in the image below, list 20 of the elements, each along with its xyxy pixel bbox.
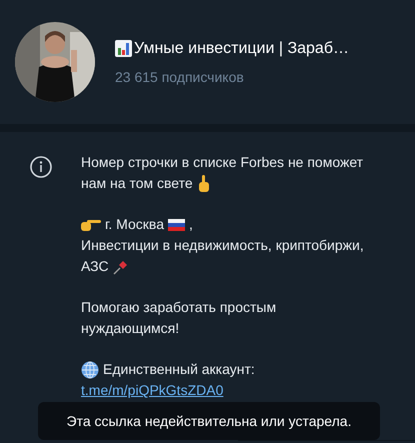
description-text: , — [188, 215, 193, 234]
description-text: Инвестиции в недвижимость, криптобиржи, — [81, 236, 364, 255]
description-text: Единственный аккаунт: — [103, 360, 255, 379]
profile-link[interactable]: t.me/m/piQPkGtsZDA0 — [81, 380, 364, 401]
info-icon — [30, 156, 52, 178]
toast-notification: Эта ссылка недействительна или устарела. — [38, 402, 380, 440]
subscriber-count: 23 615 подписчиков — [115, 68, 245, 87]
description-text: нам на том свете — [81, 174, 193, 193]
pointing-up-icon — [196, 174, 211, 192]
globe-icon — [81, 360, 99, 378]
bar-chart-icon — [115, 40, 132, 57]
description-text: Помогаю заработать простым — [81, 298, 276, 317]
pushpin-icon — [112, 258, 129, 274]
channel-title: Умные инвестиции | Зараб… — [134, 38, 349, 58]
description-text: нуждающимся! — [81, 319, 180, 338]
description-text: г. Москва — [105, 215, 164, 234]
description-text: Номер строчки в списке Forbes не поможет — [81, 153, 364, 172]
flag-icon — [168, 218, 185, 230]
description-text: АЗС — [81, 257, 109, 276]
pointing-hand-icon — [81, 218, 101, 230]
